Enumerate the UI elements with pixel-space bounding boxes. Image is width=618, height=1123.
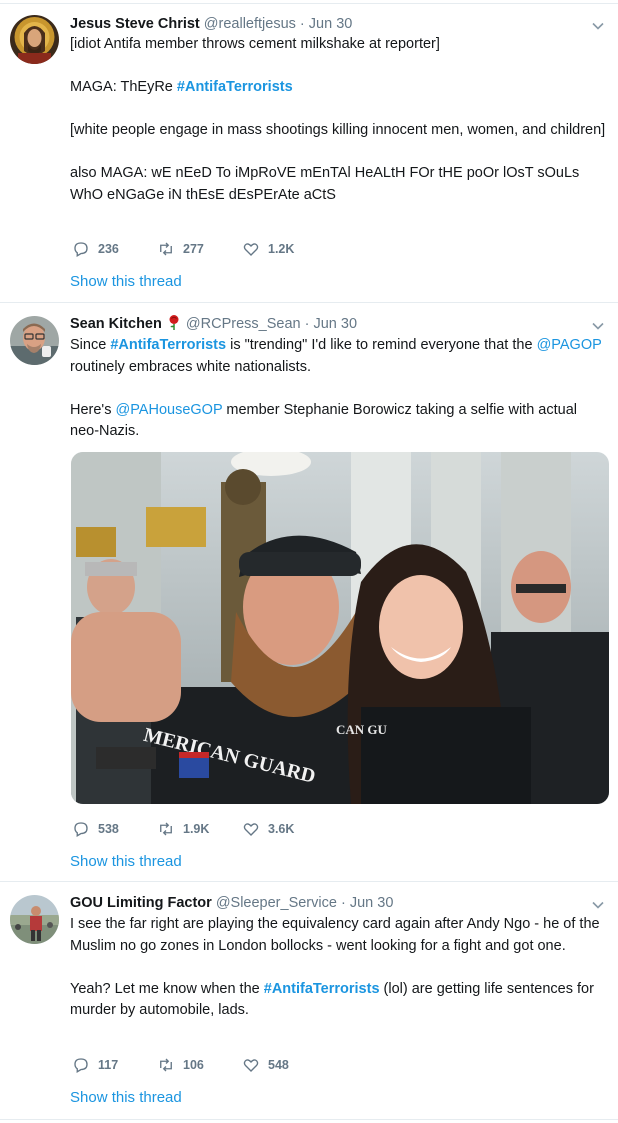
tweet-text-span: Since	[70, 337, 111, 353]
reply-button[interactable]: 538	[72, 820, 119, 838]
show-thread-link[interactable]: Show this thread	[70, 1089, 182, 1106]
chevron-down-icon[interactable]	[590, 897, 606, 913]
heart-icon	[243, 243, 259, 256]
like-button[interactable]: 3.6K	[242, 820, 294, 838]
tweet-header: GOU Limiting Factor @Sleeper_Service · J…	[70, 893, 393, 913]
tweet-header: Sean Kitchen @RCPress_Sean · Jun 30	[70, 314, 357, 334]
chevron-down-icon[interactable]	[590, 318, 606, 334]
author-handle[interactable]: @RCPress_Sean	[186, 316, 301, 332]
tweet[interactable]: GOU Limiting Factor @Sleeper_Service · J…	[0, 893, 618, 1118]
selfie-photo-image: MERICAN GUARD CAN GU	[71, 452, 609, 804]
reply-count: 236	[98, 242, 119, 256]
show-thread-link[interactable]: Show this thread	[70, 273, 182, 290]
reply-button[interactable]: 236	[72, 240, 119, 258]
tweet[interactable]: Sean Kitchen @RCPress_Sean · Jun 30 Sinc…	[0, 314, 618, 879]
tweet-paragraph: Here's @PAHouseGOP member Stephanie Boro…	[70, 400, 610, 443]
mention-link[interactable]: @PAGOP	[537, 337, 602, 353]
tweet-paragraph: I see the far right are playing the equi…	[70, 916, 600, 954]
tweet-text-span: routinely embraces white nationalists.	[70, 358, 311, 375]
like-button[interactable]: 548	[242, 1056, 289, 1074]
like-count: 1.2K	[268, 242, 295, 256]
tweet-line: [idiot Antifa member throws cement milks…	[70, 36, 440, 52]
retweet-button[interactable]: 1.9K	[157, 820, 209, 838]
avatar[interactable]	[10, 316, 59, 365]
tweet-header: Jesus Steve Christ @realleftjesus · Jun …	[70, 14, 352, 34]
tweet-divider	[0, 881, 618, 882]
hashtag-link[interactable]: #AntifaTerrorists	[110, 337, 226, 353]
shirt-text: CAN GU	[336, 722, 388, 737]
like-button[interactable]: 1.2K	[242, 240, 294, 258]
author-handle[interactable]: @Sleeper_Service	[216, 895, 337, 911]
retweet-icon	[160, 1058, 172, 1072]
show-thread-link[interactable]: Show this thread	[70, 853, 182, 870]
reply-icon	[74, 1058, 88, 1073]
heart-icon	[243, 1059, 259, 1072]
avatar[interactable]	[10, 895, 59, 944]
tweet-date[interactable]: Jun 30	[309, 16, 353, 32]
author-name[interactable]: Sean Kitchen	[70, 316, 162, 332]
tweet-text-span: is "trending" I'd like to remind everyon…	[226, 337, 537, 353]
reply-icon	[74, 242, 88, 257]
reply-count: 117	[98, 1058, 119, 1072]
separator-dot: ·	[340, 895, 346, 911]
tweet[interactable]: Jesus Steve Christ @realleftjesus · Jun …	[0, 14, 618, 304]
separator-dot: ·	[299, 16, 305, 32]
author-name[interactable]: GOU Limiting Factor	[70, 895, 212, 911]
mention-link[interactable]: @PAHouseGOP	[115, 402, 222, 418]
tweet-text-span: MAGA: ThEyRe	[70, 79, 177, 95]
tweet-line: [white people engage in mass shootings k…	[70, 122, 606, 138]
reply-button[interactable]: 117	[72, 1056, 118, 1074]
tweet-date[interactable]: Jun 30	[313, 316, 357, 332]
tweet-text: [idiot Antifa member throws cement milks…	[70, 34, 610, 206]
retweet-count: 1.9K	[183, 822, 210, 836]
reply-icon	[74, 822, 88, 837]
avatar[interactable]	[10, 15, 59, 64]
like-count: 3.6K	[268, 822, 295, 836]
retweet-count: 106	[183, 1058, 204, 1072]
retweet-button[interactable]: 277	[157, 240, 204, 258]
like-count: 548	[268, 1058, 289, 1072]
retweet-icon	[160, 822, 172, 836]
tweet-paragraph: Since #AntifaTerrorists is "trending" I'…	[70, 335, 610, 378]
tweet-divider	[0, 3, 618, 4]
rose-icon	[169, 315, 179, 330]
tweet-photo[interactable]: MERICAN GUARD CAN GU	[71, 452, 609, 804]
separator-dot: ·	[304, 316, 310, 332]
tweet-line: MAGA: ThEyRe #AntifaTerrorists	[70, 77, 610, 99]
tweet-text-span: Here's	[70, 401, 116, 418]
tweet-text: I see the far right are playing the equi…	[70, 914, 610, 1022]
tweet-divider	[0, 1119, 618, 1120]
author-name[interactable]: Jesus Steve Christ	[70, 16, 200, 32]
hashtag-link[interactable]: #AntifaTerrorists	[264, 981, 380, 997]
tweet-text-span: Yeah? Let me know when the	[70, 980, 264, 997]
tweet-date[interactable]: Jun 30	[350, 895, 394, 911]
tweet-text: Since #AntifaTerrorists is "trending" I'…	[70, 335, 610, 443]
retweet-icon	[160, 242, 172, 256]
reply-count: 538	[98, 822, 119, 836]
tweet-line: also MAGA: wE nEeD To iMpRoVE mEnTAl HeA…	[70, 165, 580, 203]
author-handle[interactable]: @realleftjesus	[204, 16, 296, 32]
chevron-down-icon[interactable]	[590, 18, 606, 34]
tweet-divider	[0, 302, 618, 303]
retweet-count: 277	[183, 242, 204, 256]
hashtag-link[interactable]: #AntifaTerrorists	[177, 79, 293, 95]
tweet-paragraph: Yeah? Let me know when the #AntifaTerror…	[70, 979, 610, 1022]
heart-icon	[243, 823, 259, 836]
retweet-button[interactable]: 106	[157, 1056, 204, 1074]
